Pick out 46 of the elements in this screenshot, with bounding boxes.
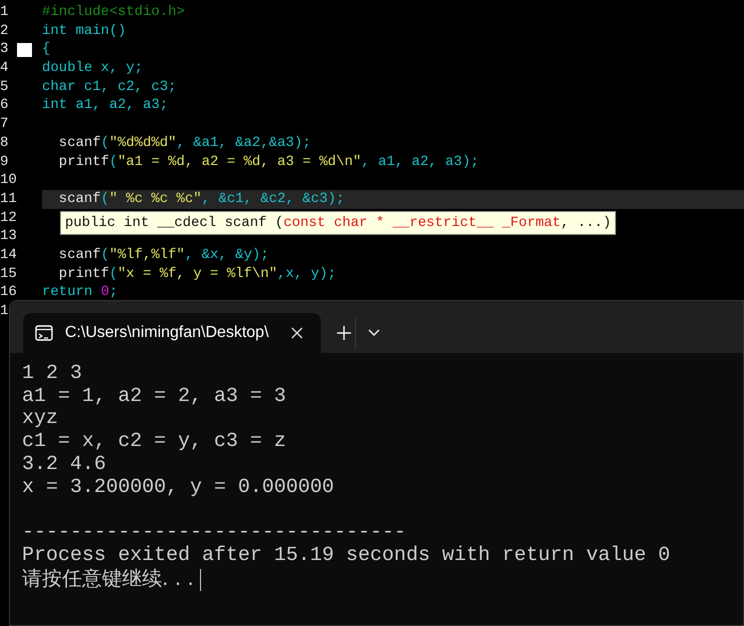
line-number: 4: [0, 60, 8, 76]
line-number: 15: [0, 266, 17, 282]
code-line: printf("a1 = %d, a2 = %d, a3 = %d\n", a1, a2, a3);: [58, 154, 479, 170]
code-line: #include<stdio.h>: [42, 4, 185, 20]
code-line: double x, y;: [42, 60, 143, 76]
line-number: 5: [0, 78, 8, 95]
fold-marker[interactable]: [17, 43, 32, 58]
output-line: a1 = 1, a2 = 2, a3 = 3: [22, 384, 286, 408]
separator-line: --------------------------------: [22, 520, 406, 544]
line-number: 1: [0, 4, 8, 20]
line-number: 9: [0, 154, 8, 170]
plus-icon: [337, 326, 351, 340]
line-number: 8: [0, 134, 8, 151]
signature-tooltip: public int __cdecl scanf (const char * __restrict__ _Format, ...): [60, 211, 616, 235]
code-line: scanf("%d%d%d", &a1, &a2,&a3);: [58, 134, 311, 151]
line-number: 13: [0, 228, 17, 244]
output-line: 3.2 4.6: [22, 452, 106, 476]
line-number: 11: [0, 190, 17, 207]
terminal-tab[interactable]: C:\Users\nimingfan\Desktop\: [23, 313, 321, 353]
code-line: char c1, c2, c3;: [42, 78, 176, 95]
line-number: 2: [0, 22, 8, 39]
terminal-icon: [35, 325, 53, 341]
line-number: 14: [0, 246, 17, 263]
code-line: {: [42, 41, 50, 58]
line-number: 6: [0, 97, 8, 114]
code-line: scanf("%lf,%lf", &x, &y);: [58, 246, 269, 263]
code-line: scanf(" %c %c %c", &c1, &c2, &c3);: [58, 190, 344, 207]
output-line: 1 2 3: [22, 362, 82, 385]
line-number: 16: [0, 284, 17, 300]
line-number: 10: [0, 172, 17, 188]
code-line: printf("x = %f, y = %lf\n",x, y);: [58, 266, 336, 282]
line-number: 3: [0, 41, 8, 58]
line-number: 7: [0, 116, 8, 132]
chevron-icon: [368, 329, 380, 337]
tab-title: C:\Users\nimingfan\Desktop\: [65, 323, 270, 343]
line-number: 12: [0, 210, 17, 226]
output-line: c1 = x, c2 = y, c3 = z: [22, 430, 286, 454]
output-line: 请按任意键继续. . .: [22, 566, 194, 590]
code-line: int main(): [42, 22, 126, 39]
code-line: return 0;: [42, 284, 118, 300]
output-line: x = 3.200000, y = 0.000000: [22, 476, 334, 499]
code-line: int a1, a2, a3;: [42, 97, 168, 114]
output-line: xyz: [22, 407, 58, 430]
close-icon: [291, 327, 303, 339]
output-line: Process exited after 15.19 seconds with return value 0: [22, 544, 670, 567]
line-number: 1: [0, 303, 8, 319]
